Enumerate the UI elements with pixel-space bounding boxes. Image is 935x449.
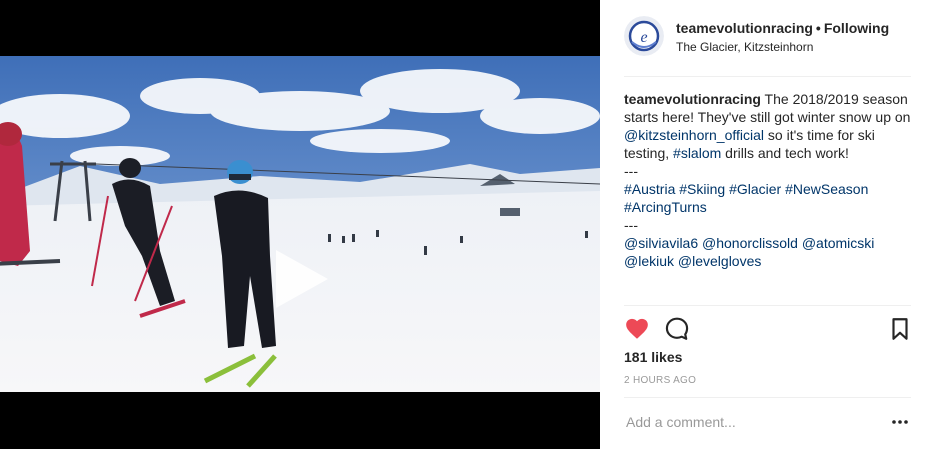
header-separator: • (815, 20, 821, 36)
mention-link[interactable]: @silviavila6 (624, 235, 698, 251)
hashtag-link[interactable]: #NewSeason (785, 181, 868, 197)
play-button[interactable] (266, 244, 336, 314)
caption-separator: --- (624, 217, 638, 233)
header-title-line: teamevolutionracing • Following (676, 20, 889, 36)
divider (624, 397, 911, 398)
post-caption: teamevolutionracing The 2018/2019 season… (624, 90, 911, 270)
caption-username[interactable]: teamevolutionracing (624, 91, 761, 107)
mention-link[interactable]: @honorclissold (702, 235, 798, 251)
like-button[interactable] (624, 316, 650, 342)
hashtag-list: #Austria #Skiing #Glacier #NewSeason #Ar… (624, 180, 911, 216)
comment-icon (665, 317, 689, 340)
video-player[interactable] (0, 56, 600, 392)
hashtag-link[interactable]: #Glacier (729, 181, 781, 197)
play-icon (276, 250, 328, 308)
divider (624, 305, 911, 306)
caption-hashtag-link[interactable]: #slalom (673, 145, 721, 161)
mention-link[interactable]: @levelgloves (678, 253, 761, 269)
hashtag-link[interactable]: #ArcingTurns (624, 199, 707, 215)
more-options-icon (892, 420, 908, 424)
like-count[interactable]: 181 likes (624, 349, 682, 365)
team-logo-icon: e (624, 16, 664, 56)
avatar[interactable]: e (624, 16, 664, 56)
comment-button[interactable] (664, 316, 690, 342)
post-media (0, 0, 600, 449)
mention-link[interactable]: @atomicski (802, 235, 875, 251)
caption-mention-link[interactable]: @kitzsteinhorn_official (624, 127, 764, 143)
action-bar (624, 316, 911, 342)
hashtag-link[interactable]: #Skiing (679, 181, 725, 197)
post-header: e teamevolutionracing • Following The Glac… (624, 16, 911, 77)
post-panel: e teamevolutionracing • Following The Glac… (600, 0, 935, 449)
post-timestamp: 2 HOURS AGO (624, 375, 697, 386)
mention-list: @silviavila6 @honorclissold @atomicski @… (624, 234, 911, 270)
caption-text: drills and tech work! (721, 145, 849, 161)
caption-separator: --- (624, 163, 638, 179)
header-location[interactable]: The Glacier, Kitzsteinhorn (676, 40, 813, 54)
video-frame (0, 56, 600, 392)
follow-button[interactable]: Following (824, 20, 889, 36)
mention-link[interactable]: @lekiuk (624, 253, 674, 269)
bookmark-icon (892, 318, 908, 340)
comment-input[interactable] (626, 412, 866, 432)
heart-icon (626, 318, 648, 339)
save-button[interactable] (887, 316, 913, 342)
more-options-button[interactable] (890, 414, 910, 430)
hashtag-link[interactable]: #Austria (624, 181, 675, 197)
header-username[interactable]: teamevolutionracing (676, 20, 813, 36)
svg-text:e: e (640, 29, 647, 46)
